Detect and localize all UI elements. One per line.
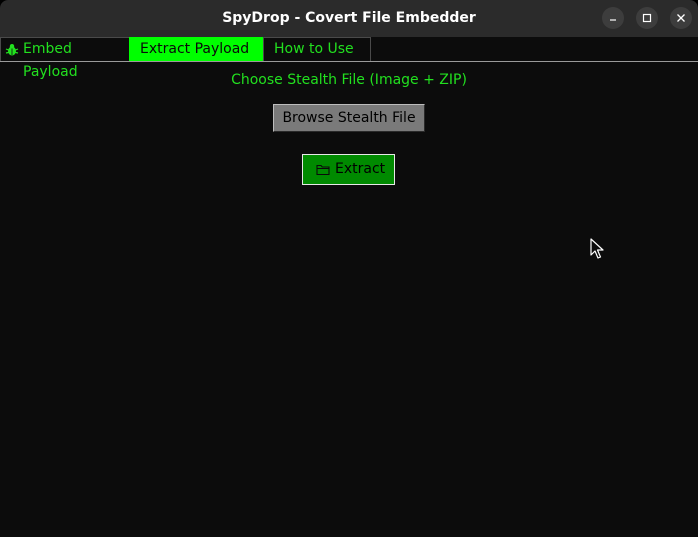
- tab-label: Extract Payload: [140, 41, 250, 57]
- minimize-icon: [610, 19, 616, 21]
- app-window: SpyDrop - Covert File Embedder Embed Pay…: [0, 0, 698, 537]
- tab-extract-payload[interactable]: Extract Payload: [129, 37, 264, 61]
- tab-bar: Embed Payload Extract Payload How to Use: [0, 37, 698, 80]
- extract-button[interactable]: Extract: [302, 154, 395, 185]
- tab-label: How to Use: [274, 41, 354, 57]
- choose-file-label: Choose Stealth File (Image + ZIP): [231, 72, 467, 88]
- window-title: SpyDrop - Covert File Embedder: [222, 10, 476, 26]
- bug-icon: [5, 44, 19, 56]
- maximize-icon: [642, 13, 652, 23]
- tab-divider: [0, 61, 698, 62]
- browse-stealth-file-button[interactable]: Browse Stealth File: [273, 104, 425, 132]
- extract-button-label: Extract: [335, 161, 386, 177]
- title-bar[interactable]: SpyDrop - Covert File Embedder: [0, 0, 698, 37]
- maximize-button[interactable]: [636, 7, 658, 29]
- mouse-cursor-icon: [590, 238, 604, 259]
- tab-how-to-use[interactable]: How to Use: [263, 37, 371, 61]
- close-button[interactable]: [670, 7, 692, 29]
- tab-embed-payload[interactable]: Embed Payload: [0, 37, 130, 80]
- folder-icon: [316, 164, 330, 176]
- minimize-button[interactable]: [602, 7, 624, 29]
- close-icon: [677, 14, 685, 22]
